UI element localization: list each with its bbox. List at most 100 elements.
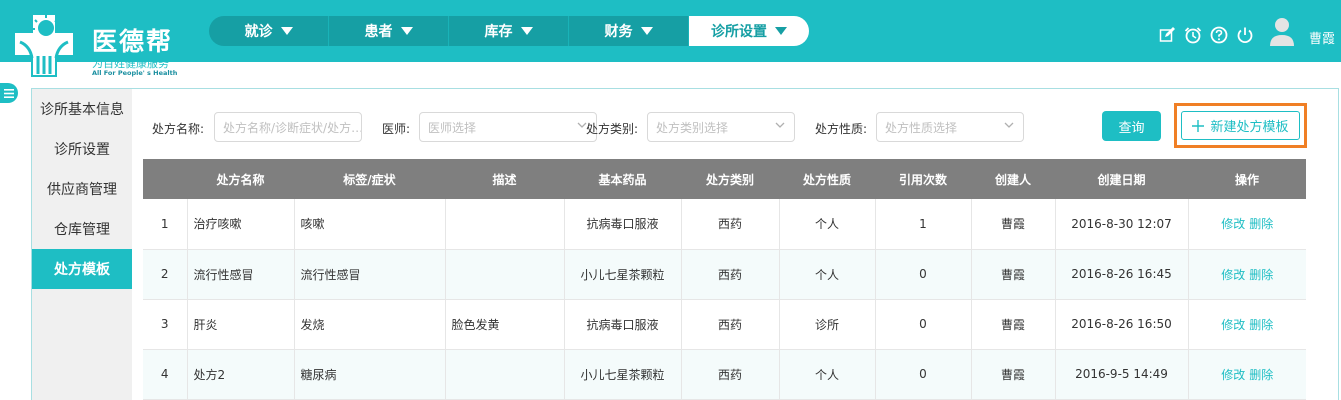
cell-name: 肝炎 [187,299,295,350]
cell-medicine: 小儿七星茶颗粒 [564,349,682,400]
cell-created-date: 2016-9-5 14:49 [1055,349,1189,400]
column-header[interactable]: 处方类别 [681,159,779,199]
help-icon[interactable] [1210,26,1228,44]
avatar[interactable] [1268,16,1296,46]
edit-link[interactable]: 修改 [1221,268,1245,282]
cell-name: 治疗咳嗽 [187,199,295,250]
caret-down-icon [775,27,787,35]
cell-actions: 修改 删除 [1188,249,1306,300]
column-header[interactable]: 处方名称 [187,159,294,199]
cell-ref-count: 0 [875,249,972,300]
table-header-row: 处方名称 标签/症状 描述 基本药品 处方类别 处方性质 引用次数 创建人 创建… [143,159,1306,199]
table-row[interactable]: 3 肝炎 发烧 脸色发黄 抗病毒口服液 西药 诊所 0 曹霞 2016-8-26… [143,299,1306,350]
table-row[interactable]: 4 处方2 糖尿病 小儿七星茶颗粒 西药 个人 0 曹霞 2016-9-5 14… [143,349,1306,400]
new-template-label: 新建处方模板 [1210,119,1289,134]
cell-name: 流行性感冒 [187,249,295,300]
sidebar-item-prescription-templates[interactable]: 处方模板 [32,249,132,289]
nav-item-label: 患者 [364,24,393,40]
cell-type: 西药 [681,299,780,350]
cell-medicine: 抗病毒口服液 [564,299,682,350]
prescription-nature-placeholder: 处方性质选择 [885,120,958,135]
nav-item-visit[interactable]: 就诊 [209,16,329,46]
caret-down-icon [640,27,653,35]
sidebar: 诊所基本信息 诊所设置 供应商管理 仓库管理 处方模板 [32,89,132,400]
delete-link[interactable]: 删除 [1249,368,1273,382]
column-header[interactable]: 创建日期 [1055,159,1188,199]
column-header[interactable]: 标签/症状 [294,159,445,199]
header-icons [1158,26,1254,44]
column-header [143,159,187,199]
column-header[interactable]: 创建人 [971,159,1055,199]
nav-item-label: 库存 [484,24,513,40]
new-template-highlight: 新建处方模板 [1174,103,1307,148]
nav-item-patients[interactable]: 患者 [329,16,449,46]
cell-type: 西药 [681,199,780,250]
table-row[interactable]: 1 治疗咳嗽 咳嗽 抗病毒口服液 西药 个人 1 曹霞 2016-8-30 12… [143,199,1306,250]
username[interactable]: 曹霞 [1309,28,1335,47]
nav-item-label: 就诊 [244,24,273,40]
delete-link[interactable]: 删除 [1249,217,1273,231]
row-index: 4 [143,349,188,400]
cell-actions: 修改 删除 [1188,199,1306,250]
doctor-select-placeholder: 医师选择 [428,120,477,135]
sidebar-item-clinic-settings[interactable]: 诊所设置 [32,129,132,169]
column-header[interactable]: 处方性质 [779,159,875,199]
new-template-button[interactable]: 新建处方模板 [1181,111,1300,140]
cell-actions: 修改 删除 [1188,349,1306,400]
edit-icon[interactable] [1158,26,1176,44]
prescription-type-label: 处方类别: [586,122,639,136]
edit-link[interactable]: 修改 [1221,217,1245,231]
column-header[interactable]: 描述 [445,159,564,199]
menu-toggle-button[interactable] [0,83,18,103]
cell-name: 处方2 [187,349,295,400]
nav-item-clinic-settings[interactable]: 诊所设置 [689,16,809,46]
prescription-name-input[interactable]: 处方名称/诊断症状/处方… [214,112,362,142]
prescription-name-label: 处方名称: [152,122,205,136]
doctor-select[interactable]: 医师选择 [419,112,597,142]
row-index: 1 [143,199,188,250]
top-header: 医德帮 为百姓健康服务 All For People' s Health 就诊 … [0,0,1341,77]
prescription-nature-select[interactable]: 处方性质选择 [876,112,1024,142]
cell-nature: 诊所 [779,299,876,350]
prescription-type-select[interactable]: 处方类别选择 [647,112,795,142]
cell-creator: 曹霞 [971,349,1056,400]
cell-tags: 流行性感冒 [294,249,446,300]
table-row[interactable]: 2 流行性感冒 流行性感冒 小儿七星茶颗粒 西药 个人 0 曹霞 2016-8-… [143,249,1306,300]
cell-creator: 曹霞 [971,199,1056,250]
delete-link[interactable]: 删除 [1249,268,1273,282]
logo[interactable]: 医德帮 为百姓健康服务 All For People' s Health [12,6,182,80]
power-icon[interactable] [1236,26,1254,44]
cell-ref-count: 0 [875,299,972,350]
content-frame: 诊所基本信息 诊所设置 供应商管理 仓库管理 处方模板 处方名称: 处方名称/诊… [31,88,1339,400]
alarm-clock-icon[interactable] [1184,26,1202,44]
cell-description [445,199,565,250]
edit-link[interactable]: 修改 [1221,368,1245,382]
column-header[interactable]: 基本药品 [564,159,681,199]
column-header[interactable]: 引用次数 [875,159,971,199]
sidebar-item-warehouse[interactable]: 仓库管理 [32,209,132,249]
nav-item-inventory[interactable]: 库存 [449,16,569,46]
cell-nature: 个人 [779,199,876,250]
prescription-nature-label: 处方性质: [815,122,868,136]
chevron-down-icon [1004,122,1014,128]
cell-description: 脸色发黄 [445,299,565,350]
cell-actions: 修改 删除 [1188,299,1306,350]
cell-nature: 个人 [779,349,876,400]
logo-tagline: All For People' s Health [92,69,178,77]
column-header: 操作 [1188,159,1306,199]
query-button[interactable]: 查询 [1102,111,1161,141]
chevron-down-icon [775,122,785,128]
delete-link[interactable]: 删除 [1249,318,1273,332]
sidebar-item-clinic-info[interactable]: 诊所基本信息 [32,89,132,129]
cell-type: 西药 [681,249,780,300]
nav-item-finance[interactable]: 财务 [569,16,689,46]
cell-tags: 发烧 [294,299,446,350]
cell-medicine: 小儿七星茶颗粒 [564,249,682,300]
edit-link[interactable]: 修改 [1221,318,1245,332]
cell-tags: 糖尿病 [294,349,446,400]
caret-down-icon [520,27,533,35]
nav-item-label: 诊所设置 [711,24,767,40]
caret-down-icon [280,27,293,35]
sidebar-item-suppliers[interactable]: 供应商管理 [32,169,132,209]
cell-created-date: 2016-8-26 16:45 [1055,249,1189,300]
